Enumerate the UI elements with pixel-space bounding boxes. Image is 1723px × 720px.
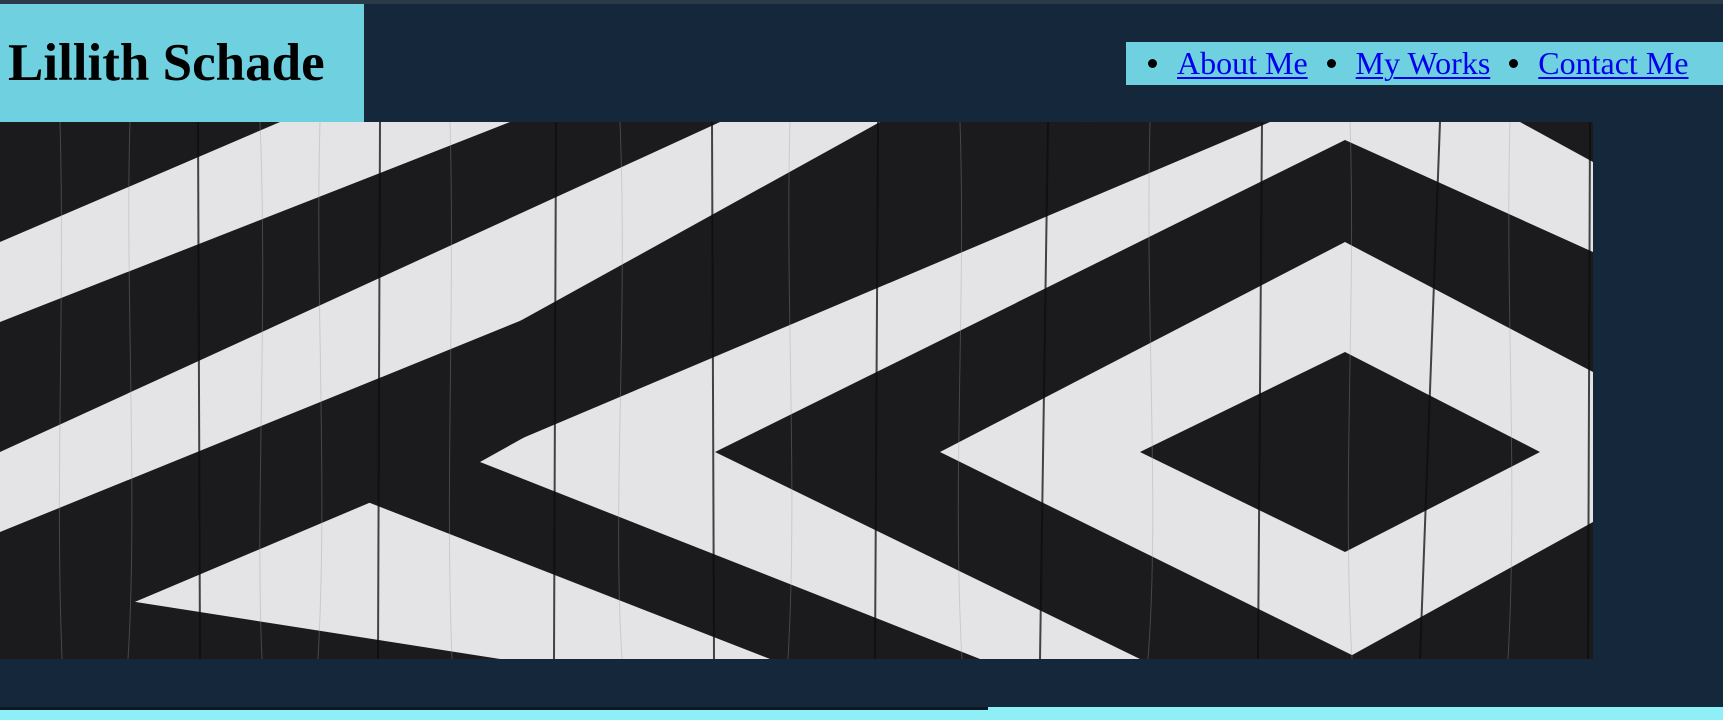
hero-image — [0, 122, 1593, 659]
main-nav: About Me My Works Contact Me — [1126, 42, 1723, 85]
nav-item-about: About Me — [1148, 45, 1308, 82]
content-section-left — [0, 707, 988, 720]
nav-item-works: My Works — [1326, 45, 1491, 82]
nav-link-contact-me[interactable]: Contact Me — [1538, 45, 1688, 82]
site-title-box: Lillith Schade — [0, 4, 364, 122]
bullet-icon — [1148, 59, 1157, 68]
nav-link-my-works[interactable]: My Works — [1356, 45, 1491, 82]
nav-item-contact: Contact Me — [1509, 45, 1688, 82]
hero-pattern-graphic — [0, 122, 1593, 659]
bullet-icon — [1326, 59, 1336, 68]
bullet-icon — [1509, 59, 1519, 68]
nav-link-about-me[interactable]: About Me — [1177, 45, 1308, 82]
content-section-right — [988, 707, 1723, 720]
site-title: Lillith Schade — [8, 33, 325, 92]
